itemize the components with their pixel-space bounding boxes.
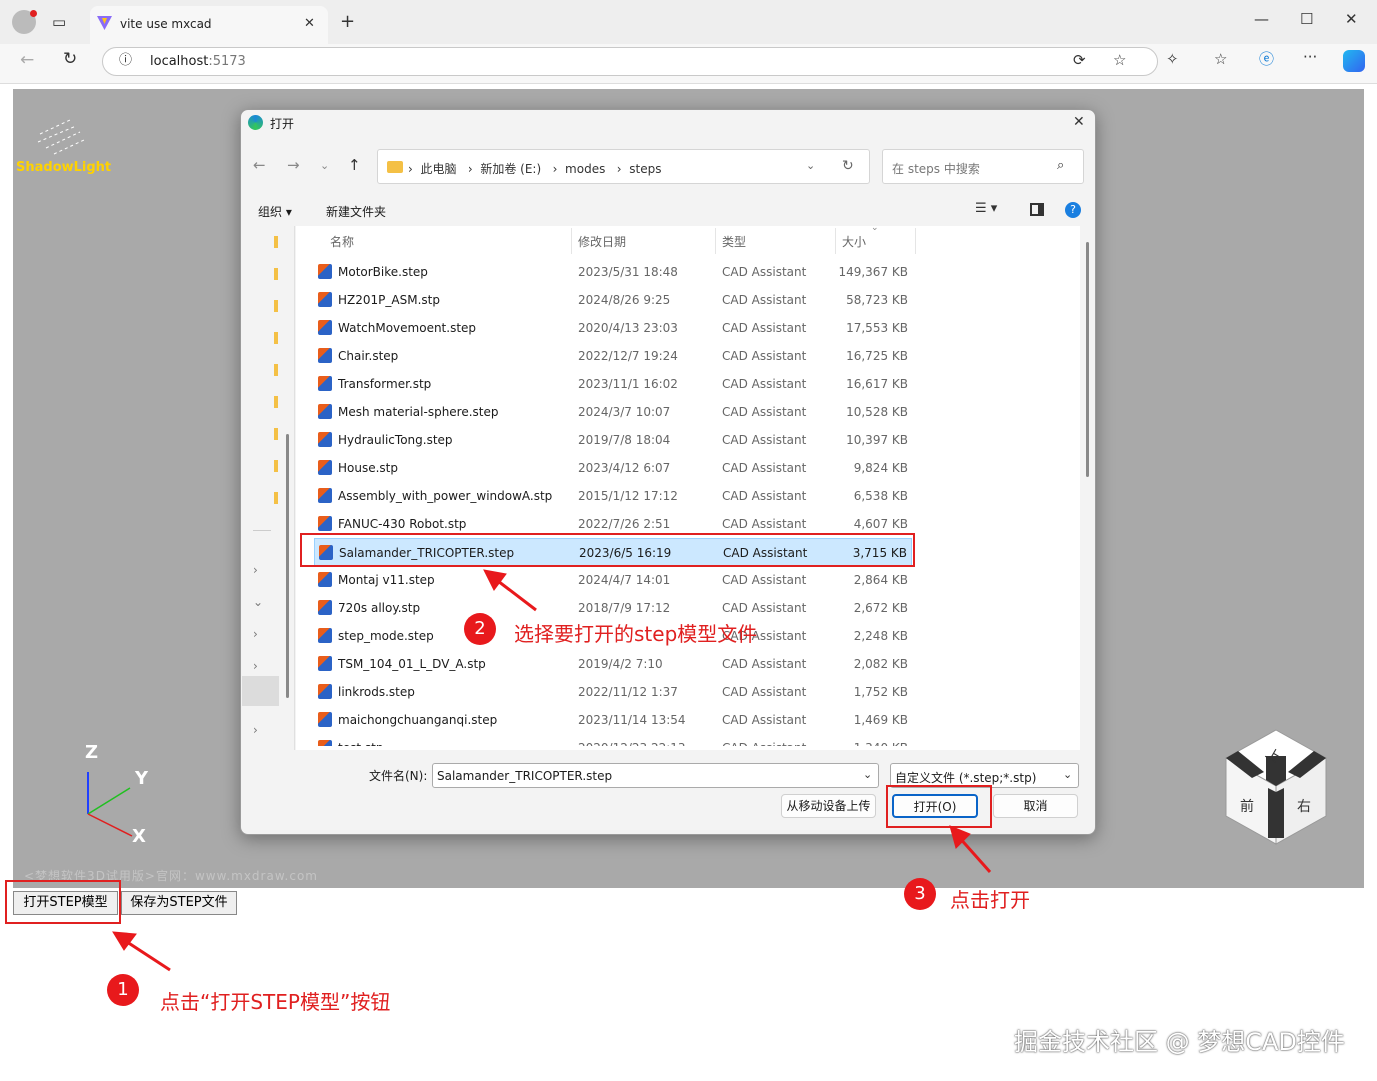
step-3-text: 点击打开 bbox=[950, 888, 1030, 912]
step-1-text: 点击“打开STEP模型”按钮 bbox=[160, 990, 391, 1014]
credit-watermark: 掘金技术社区 @ 梦想CAD控件 bbox=[1014, 1028, 1345, 1056]
step-3-marker: 3 bbox=[904, 878, 936, 910]
annotation-arrows bbox=[112, 569, 992, 972]
step-2-marker: 2 bbox=[464, 613, 496, 645]
step-1-marker: 1 bbox=[107, 974, 139, 1006]
step-2-text: 选择要打开的step模型文件 bbox=[514, 622, 758, 646]
